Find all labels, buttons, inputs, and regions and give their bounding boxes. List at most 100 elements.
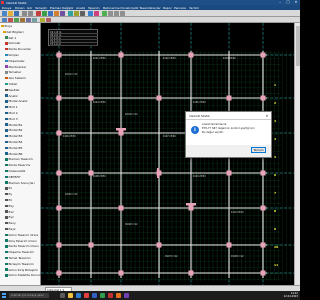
report-icon[interactable] (94, 11, 99, 16)
pdf-reader-icon[interactable] (116, 293, 121, 298)
tree-item[interactable]: Kolonlar (5, 41, 44, 45)
tree-item[interactable]: Eleman Tasarımı (5, 157, 44, 161)
tree-item[interactable]: Eeyz (5, 227, 44, 231)
tree-item[interactable]: Modal Analiz (5, 99, 44, 103)
copy-icon[interactable] (14, 17, 19, 23)
beam-tool-icon[interactable] (42, 11, 47, 16)
tree-item[interactable]: Mod 2 (5, 111, 44, 115)
tree-item[interactable]: Döşemeler (5, 59, 44, 63)
tree-item[interactable]: Exy (5, 204, 44, 208)
move-icon[interactable] (20, 17, 25, 23)
tree-item[interactable]: Perde Tasarım Oranı (5, 244, 44, 248)
task-view-icon[interactable] (60, 293, 65, 298)
tree-node-icon (5, 152, 8, 155)
tree-item[interactable]: Düzensizlik (5, 169, 44, 173)
slab-tool-icon[interactable] (48, 11, 53, 16)
tree-node-icon (5, 169, 8, 173)
zoom-in-icon[interactable] (108, 11, 113, 16)
file-explorer-icon[interactable] (68, 293, 73, 298)
tree-item-label: Perde Duvarlar (8, 47, 31, 52)
tree-item[interactable]: Ez (5, 198, 44, 202)
app-icon[interactable] (124, 293, 129, 298)
tree-item[interactable]: Perde Duvarlar (5, 47, 44, 51)
mirror-icon[interactable] (26, 17, 31, 23)
zoom-out-icon[interactable] (114, 11, 119, 16)
save-icon[interactable] (14, 11, 19, 16)
tree-item[interactable]: Analiz (5, 94, 44, 98)
tree-item[interactable]: Döşeme Tasarımı (5, 250, 44, 254)
tree-node-icon (5, 146, 8, 150)
tree-item[interactable]: Kat Bilgileri (3, 30, 42, 34)
layer-icon[interactable] (40, 17, 45, 23)
wall-tool-icon[interactable] (54, 11, 59, 16)
stair-tool-icon[interactable] (60, 11, 65, 16)
tree-item[interactable]: Modal B4 (5, 140, 44, 144)
tree-item[interactable]: Ey (5, 192, 44, 196)
tree-item[interactable]: Kolon Stabilite Durumu (5, 273, 44, 277)
tree-item[interactable]: Ex (5, 186, 44, 190)
select-icon[interactable] (2, 17, 7, 23)
tree-item[interactable]: Modal B3 (5, 134, 44, 138)
load-tool-icon[interactable] (74, 11, 79, 16)
tree-item[interactable]: Kirişler (5, 53, 44, 57)
taskbar-search-input[interactable]: Aramak için buraya yazın (9, 293, 49, 298)
tree-item[interactable]: Eexy (5, 221, 44, 225)
tree-item[interactable]: Kolon Kiriş Birleşimi (5, 268, 44, 272)
excel-icon[interactable] (100, 293, 105, 298)
tree-node-icon (5, 105, 8, 109)
tree-item[interactable]: Temel Tasarımı (5, 256, 44, 260)
render-3d-icon[interactable] (102, 11, 107, 16)
axis-tool-icon[interactable] (68, 11, 73, 16)
shear-wall (116, 128, 126, 131)
tree-item[interactable]: Modal B2 (5, 128, 44, 132)
edge-browser-icon[interactable] (76, 293, 81, 298)
redo-icon[interactable] (28, 11, 33, 16)
column-tool-icon[interactable] (36, 11, 41, 16)
properties-icon[interactable] (46, 17, 51, 23)
tree-node-icon (5, 140, 8, 144)
open-folder-icon[interactable] (8, 11, 13, 16)
tree-node-icon (5, 204, 8, 208)
info-dialog: ideCAD Statik ✕ i Analiz tamamlandı. E78… (185, 111, 272, 158)
tree-item[interactable]: Yükler (5, 82, 44, 86)
dialog-close-button[interactable]: ✕ (263, 112, 271, 120)
word-icon[interactable] (92, 293, 97, 298)
tree-item[interactable]: Aks Sistemi (5, 76, 44, 80)
tree-item[interactable]: Merdivenler (5, 65, 44, 69)
undo-icon[interactable] (22, 11, 27, 16)
input-row[interactable]: Y3 1.0 m (50, 43, 98, 46)
ok-button[interactable]: Tamam (251, 147, 266, 153)
chrome-icon[interactable] (84, 293, 89, 298)
pan-icon[interactable] (120, 11, 125, 16)
element-label: K104 25/50 (93, 101, 106, 104)
tree-item[interactable]: DBYBHY (5, 175, 44, 179)
tree-item[interactable]: Kolon Tasarım Oranı (5, 233, 44, 237)
scrollbar-thumb[interactable] (296, 26, 300, 66)
tree-item[interactable]: Eyz (5, 215, 44, 219)
tree-item[interactable]: Perde Tasarımı (5, 163, 44, 167)
new-file-icon[interactable] (2, 11, 7, 16)
analysis-icon[interactable] (88, 11, 93, 16)
tree-item[interactable]: Kesitler (5, 88, 44, 92)
tree-item[interactable]: Eleman Sonuçları (5, 181, 44, 185)
tree-item[interactable]: Modal B6 (5, 152, 44, 156)
tree-item[interactable]: Mod 3 (5, 117, 44, 121)
delete-icon[interactable] (8, 17, 13, 23)
dimension-tool-icon[interactable] (80, 11, 85, 16)
tree-item[interactable]: Proje (1, 24, 40, 28)
tree-node-icon (5, 233, 8, 237)
rotate-icon[interactable] (32, 17, 37, 23)
tree-item[interactable]: Kat 1 (5, 36, 44, 40)
taskbar-clock[interactable]: 14:22 12.04.2023 (284, 292, 298, 299)
tree-item[interactable]: Birleşim Tasarımı (5, 262, 44, 266)
tree-item[interactable]: Kiriş Tasarım Oranı (5, 239, 44, 243)
vertical-scrollbar[interactable] (294, 23, 300, 285)
tree-item[interactable]: Mod 1 (5, 105, 44, 109)
tree-item[interactable]: Exz (5, 210, 44, 214)
idecad-taskbar-icon[interactable] (108, 293, 113, 298)
tree-item[interactable]: Modal B1 (5, 123, 44, 127)
tree-item[interactable]: Modal B5 (5, 146, 44, 150)
tree-item[interactable]: Temeller (5, 70, 44, 74)
windows-start-icon[interactable] (1, 293, 7, 298)
coordinate-input-panel[interactable]: X1 1.8 m X2 2.0 m Y1 1.6 m Y2 1.2 m Y3 1… (48, 29, 98, 46)
